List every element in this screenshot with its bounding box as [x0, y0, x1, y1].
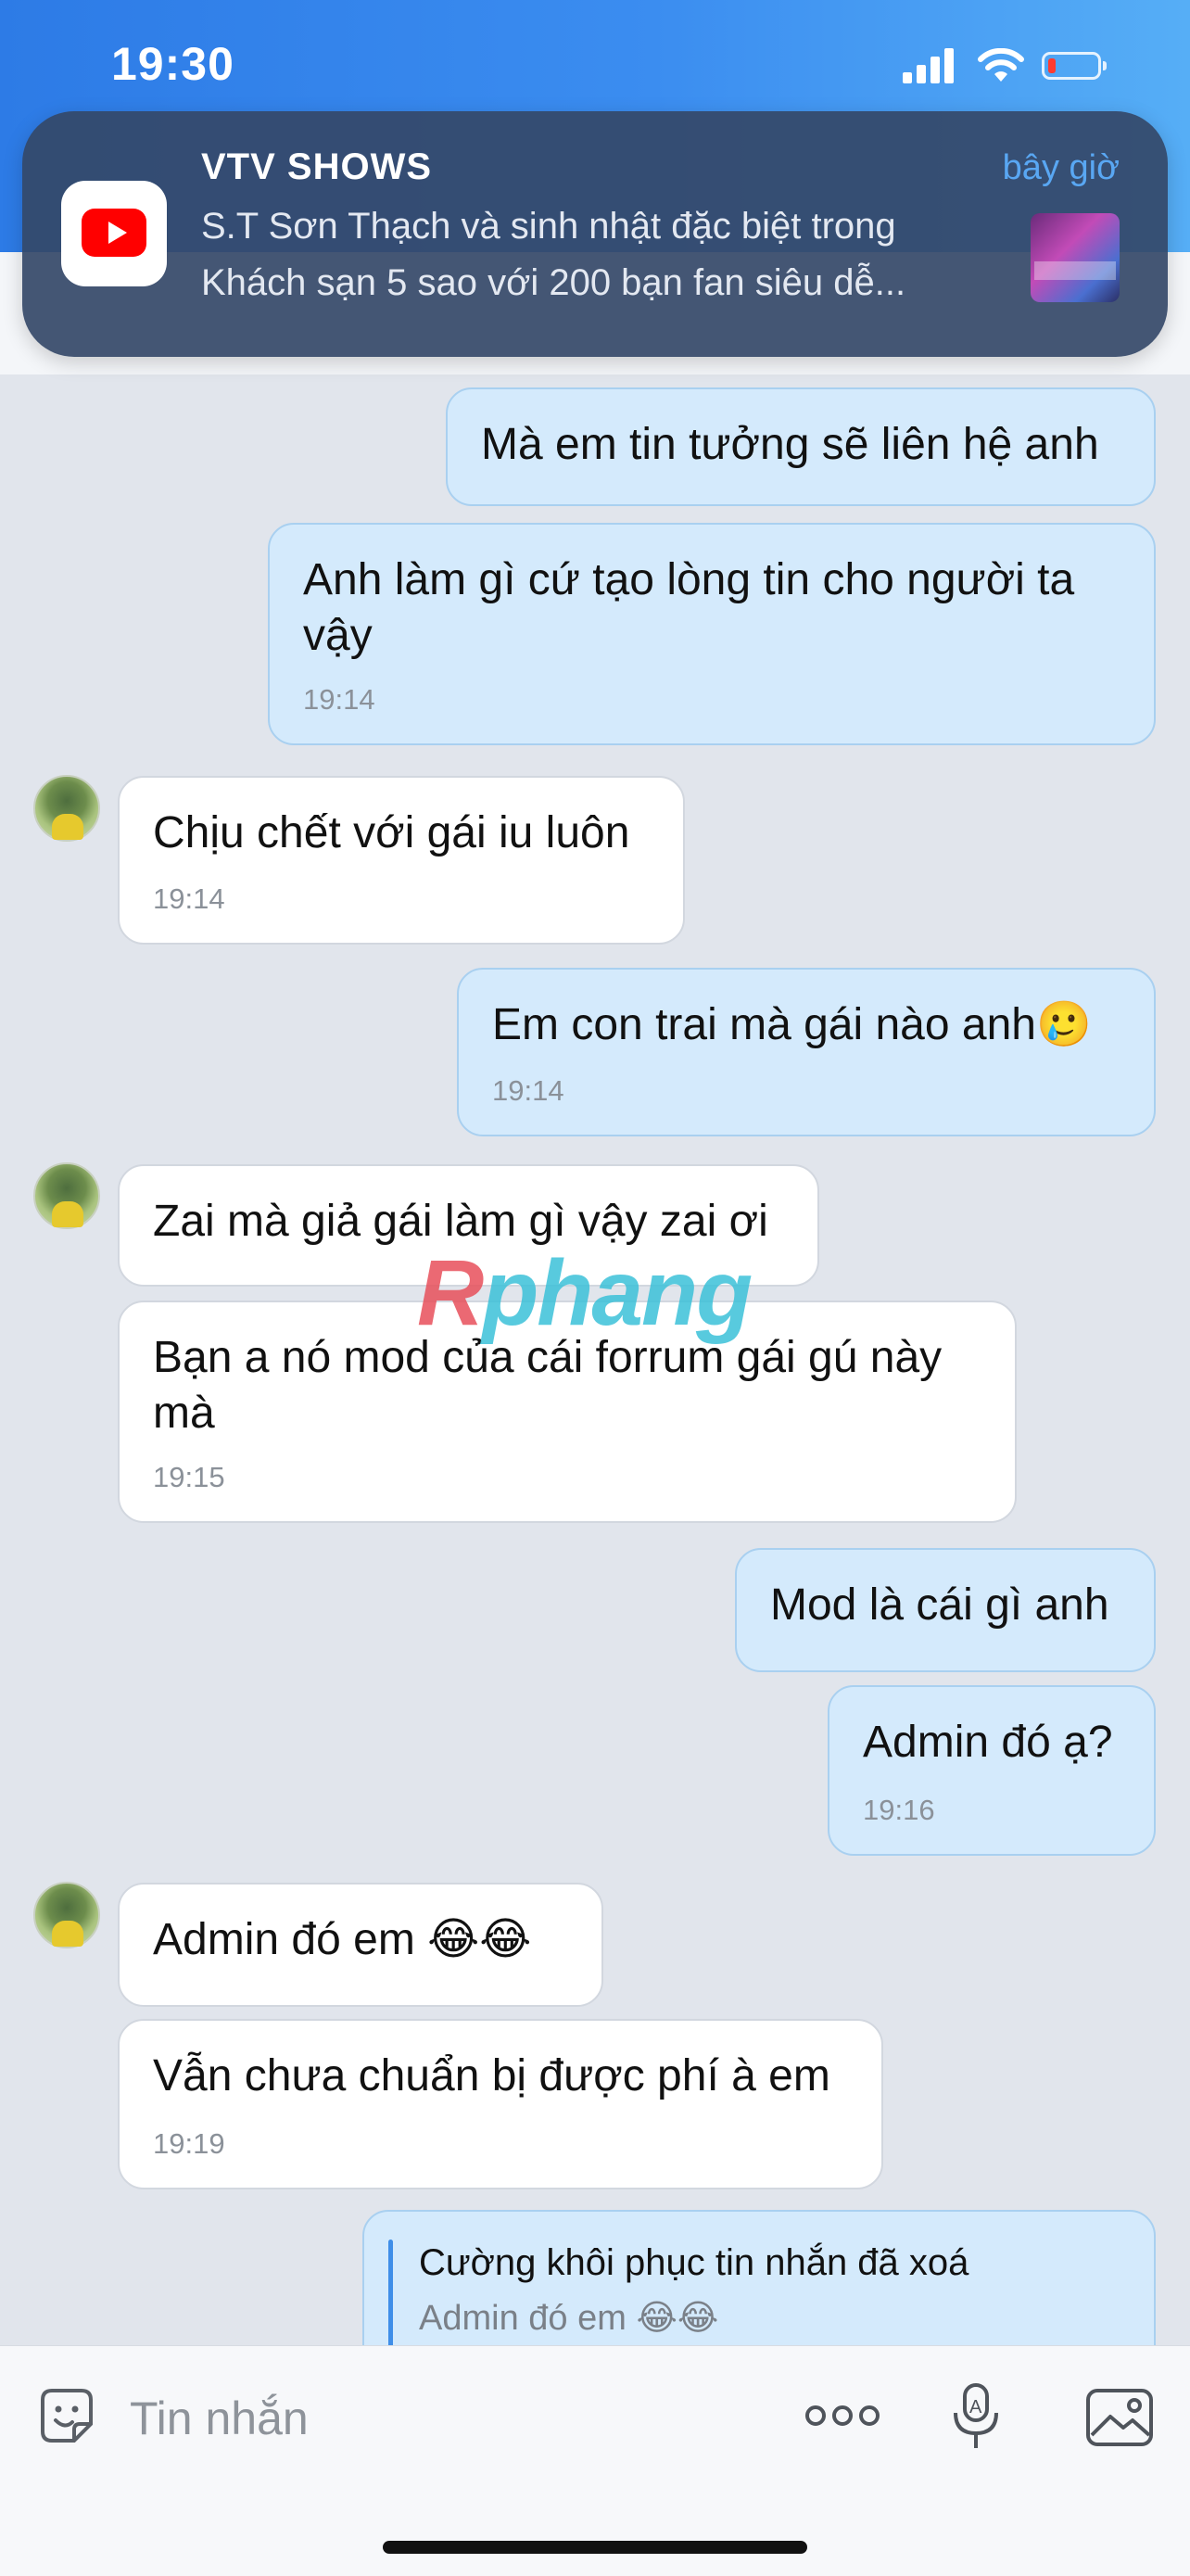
status-icons [903, 46, 1116, 83]
message-time: 19:14 [303, 683, 375, 716]
notification-banner[interactable]: VTV SHOWS bây giờ S.T Sơn Thạch và sinh … [22, 111, 1168, 357]
message-text: Mà em tin tưởng sẽ liên hệ anh [481, 420, 1099, 469]
more-options-icon[interactable] [801, 2392, 884, 2439]
message-bubble-incoming[interactable]: Vẫn chưa chuẩn bị được phí à em 19:19 [118, 2019, 883, 2189]
avatar[interactable] [33, 775, 100, 842]
message-time: 19:14 [492, 1074, 564, 1107]
notification-time: bây giờ [1002, 148, 1120, 187]
message-bubble-outgoing[interactable]: Mod là cái gì anh [735, 1548, 1156, 1672]
quote-text: Admin đó em 😂😂 [419, 2299, 719, 2338]
notification-app-name: VTV SHOWS [201, 146, 433, 187]
voice-to-text-icon[interactable]: A [947, 2381, 1005, 2454]
avatar[interactable] [33, 1882, 100, 1948]
battery-icon [1042, 52, 1107, 80]
quote-title: Cường khôi phục tin nhắn đã xoá [419, 2242, 969, 2283]
avatar[interactable] [33, 1162, 100, 1229]
chat-area[interactable]: Mà em tin tưởng sẽ liên hệ anh Anh làm g… [0, 374, 1190, 2406]
message-time: 19:16 [863, 1794, 935, 1826]
message-bubble-outgoing[interactable]: Mà em tin tưởng sẽ liên hệ anh [446, 387, 1156, 506]
message-text: Vẫn chưa chuẩn bị được phí à em [153, 2051, 830, 2100]
message-text: Em con trai mà gái nào anh🥲 [492, 1000, 1092, 1049]
message-time: 19:14 [153, 882, 225, 915]
notification-thumbnail [1031, 213, 1120, 302]
message-text: Mod là cái gì anh [770, 1580, 1109, 1630]
message-bubble-outgoing[interactable]: Em con trai mà gái nào anh🥲 19:14 [457, 968, 1156, 1136]
cellular-signal-icon [903, 46, 955, 83]
status-time: 19:30 [111, 38, 234, 90]
notification-text-line-1: S.T Sơn Thạch và sinh nhật đặc biệt tron… [201, 206, 896, 247]
message-text: Anh làm gì cứ tạo lòng tin cho người ta … [303, 555, 1075, 660]
message-text: Chịu chết với gái iu luôn [153, 808, 630, 857]
message-time: 19:19 [153, 2127, 225, 2160]
message-bubble-incoming[interactable]: Admin đó em 😂😂 [118, 1883, 603, 2007]
sticker-icon[interactable] [33, 2383, 100, 2450]
message-input[interactable] [128, 2388, 688, 2449]
wifi-icon [978, 48, 1024, 82]
message-text: Admin đó ạ? [863, 1718, 1113, 1767]
youtube-icon [61, 181, 167, 286]
image-icon[interactable] [1084, 2385, 1155, 2450]
svg-text:A: A [969, 2397, 982, 2417]
message-bubble-outgoing[interactable]: Anh làm gì cứ tạo lòng tin cho người ta … [268, 523, 1156, 745]
message-text: Bạn a nó mod của cái forrum gái gú này m… [153, 1333, 943, 1438]
message-bubble-outgoing[interactable]: Admin đó ạ? 19:16 [828, 1685, 1156, 1856]
watermark-logo: Rphang [417, 1241, 753, 1345]
message-time: 19:15 [153, 1461, 225, 1493]
notification-text-line-2: Khách sạn 5 sao với 200 bạn fan siêu dễ.… [201, 262, 906, 303]
message-bubble-incoming[interactable]: Chịu chết với gái iu luôn 19:14 [118, 776, 685, 945]
message-text: Admin đó em 😂😂 [153, 1915, 532, 1964]
message-text: Zai mà giả gái làm gì vậy zai ơi [153, 1197, 768, 1246]
home-indicator[interactable] [383, 2541, 807, 2554]
